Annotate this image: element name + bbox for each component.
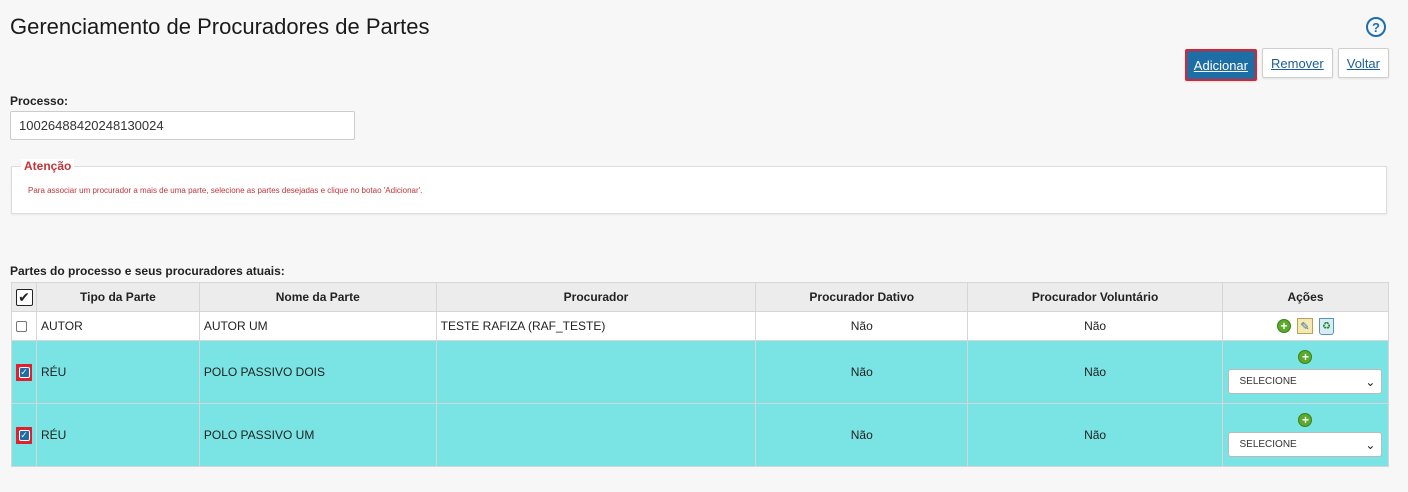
voluntario-cell: Não [967,403,1223,467]
nome-cell: POLO PASSIVO DOIS [198,340,437,404]
select-all-checkbox[interactable]: ✔ [15,288,33,306]
nome-cell: POLO PASSIVO UM [198,403,437,467]
column-header: Tipo da Parte [36,282,200,312]
procurador-cell [435,403,757,467]
processo-label: Processo: [10,94,69,108]
table-row: ✓ RÉU POLO PASSIVO DOIS Não Não + SELECI… [11,340,1390,404]
chevron-down-icon: ⌄ [1365,437,1376,452]
row-checkbox[interactable] [16,321,27,333]
add-procurador-icon[interactable]: + [1298,413,1313,427]
row-checkbox[interactable]: ✓ [18,366,30,378]
parts-table: ✔ Tipo da Parte Nome da Parte Procurador… [11,282,1390,467]
column-header: Procurador Voluntário [967,282,1223,312]
table-row: ✓ RÉU POLO PASSIVO UM Não Não + SELECION… [11,403,1390,467]
remove-button[interactable]: Remover [1262,48,1333,78]
acoes-cell: + SELECIONE ⌄ [1221,403,1390,467]
row-checkbox[interactable]: ✓ [18,429,30,441]
acoes-cell: + ✎ ♻ [1221,311,1390,341]
row-select-cell: ✓ [11,403,37,467]
nome-cell: AUTOR UM [198,311,437,341]
processo-input[interactable] [10,111,355,140]
acoes-cell: + SELECIONE ⌄ [1221,340,1390,404]
table-caption: Partes do processo e seus procuradores a… [10,264,285,278]
dativo-cell: Não [755,340,969,404]
page-title: Gerenciamento de Procuradores de Partes [10,14,430,39]
tipo-cell: RÉU [36,340,200,404]
dativo-cell: Não [755,403,969,467]
column-header: Procurador Dativo [755,282,969,312]
select-all-cell: ✔ [11,282,37,312]
table-header-row: ✔ Tipo da Parte Nome da Parte Procurador… [11,282,1390,312]
column-header: Ações [1221,282,1390,312]
row-select-cell: ✓ [11,340,37,404]
column-header: Nome da Parte [198,282,437,312]
add-button[interactable]: Adicionar [1184,49,1257,81]
edit-icon[interactable]: ✎ [1296,318,1313,334]
help-icon[interactable]: ? [1366,17,1386,37]
voluntario-cell: Não [967,311,1223,341]
select-value: SELECIONE [1239,376,1297,387]
toolbar: Adicionar Remover Voltar [1184,48,1389,81]
attention-box: Atenção Para associar um procurador a ma… [11,159,1387,214]
recycle-bin-icon[interactable]: ♻ [1318,317,1334,335]
column-header: Procurador [435,282,757,312]
select-value: SELECIONE [1239,439,1297,450]
tipo-cell: AUTOR [36,311,200,341]
attention-legend: Atenção [21,159,75,173]
attention-text: Para associar um procurador a mais de um… [28,186,423,195]
table-row: AUTOR AUTOR UM TESTE RAFIZA (RAF_TESTE) … [11,311,1390,341]
chevron-down-icon: ⌄ [1365,374,1376,389]
row-select-cell [11,311,37,341]
procurador-select[interactable]: SELECIONE ⌄ [1228,432,1383,457]
add-procurador-icon[interactable]: + [1298,350,1313,364]
back-button[interactable]: Voltar [1337,48,1389,78]
procurador-cell: TESTE RAFIZA (RAF_TESTE) [435,311,757,341]
procurador-cell [435,340,757,404]
procurador-select[interactable]: SELECIONE ⌄ [1228,369,1383,394]
voluntario-cell: Não [967,340,1223,404]
add-procurador-icon[interactable]: + [1276,319,1291,333]
dativo-cell: Não [755,311,969,341]
tipo-cell: RÉU [36,403,200,467]
